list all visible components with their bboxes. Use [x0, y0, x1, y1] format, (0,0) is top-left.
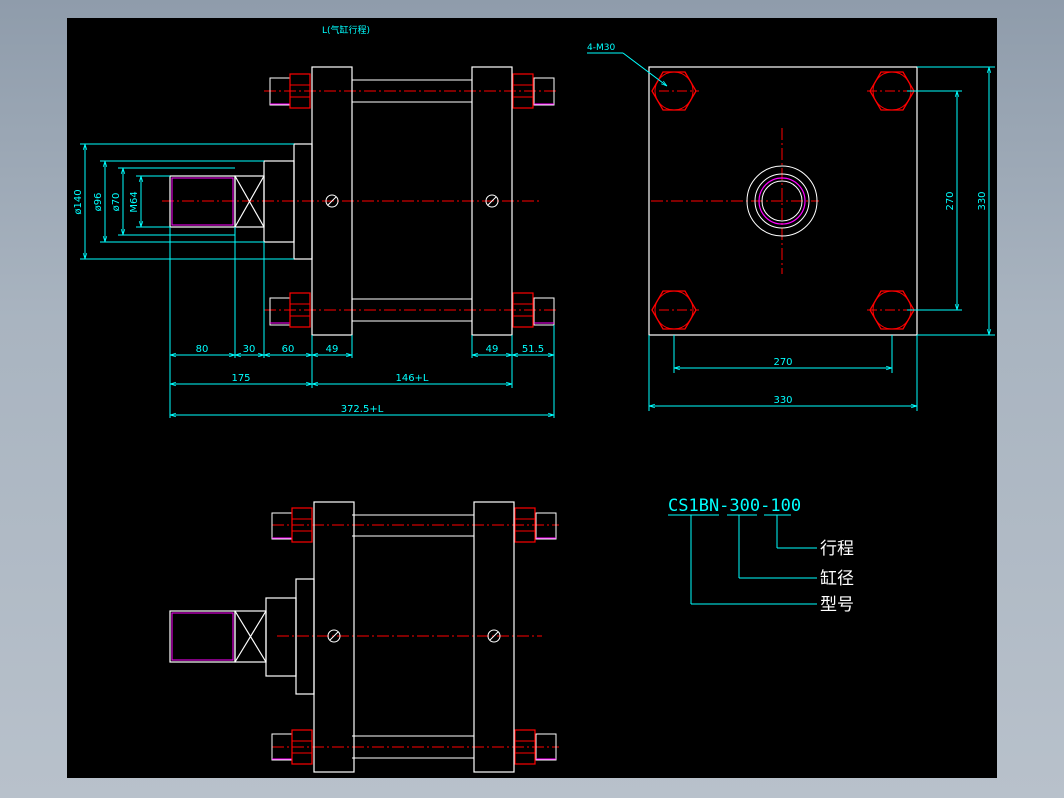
model-code: CS1BN-300-100	[668, 496, 801, 516]
cylinder-drawing: L(气缸行程) ø140 ø96 ø70 M64 80 30 60 49 49 …	[73, 24, 995, 773]
dim-d96: ø96	[93, 193, 104, 212]
dim-175: 175	[231, 373, 250, 384]
cad-viewport[interactable]: L(气缸行程) ø140 ø96 ø70 M64 80 30 60 49 49 …	[67, 18, 997, 778]
legend-model: 型号	[820, 595, 854, 615]
dim-372-5-l: 372.5+L	[341, 404, 384, 415]
dim-bolt-spacing-h: 270	[773, 357, 792, 368]
dim-d140: ø140	[73, 189, 84, 214]
dim-146-l: 146+L	[395, 373, 428, 384]
legend-bore: 缸径	[820, 568, 854, 589]
dim-d70: ø70	[111, 193, 122, 212]
dim-m64: M64	[129, 191, 140, 212]
top-view	[169, 501, 559, 773]
legend-stroke: 行程	[820, 539, 854, 559]
dim-width-h: 330	[773, 395, 792, 406]
end-view: 4-M30 270 330 270 330	[587, 43, 995, 411]
dim-bolt-spacing-v: 270	[945, 191, 956, 210]
dim-80: 80	[196, 344, 209, 355]
dim-60: 60	[282, 344, 295, 355]
dim-30: 30	[243, 344, 256, 355]
front-view: L(气缸行程) ø140 ø96 ø70 M64 80 30 60 49 49 …	[73, 24, 819, 418]
model-code-legend: CS1BN-300-100 行程 缸径 型号	[668, 496, 854, 615]
dim-51-5: 51.5	[522, 344, 544, 355]
dim-49-left: 49	[326, 344, 339, 355]
dim-height-v: 330	[977, 191, 988, 210]
stroke-note: L(气缸行程)	[322, 24, 370, 36]
bolt-note: 4-M30	[587, 43, 615, 53]
dim-49-right: 49	[486, 344, 499, 355]
